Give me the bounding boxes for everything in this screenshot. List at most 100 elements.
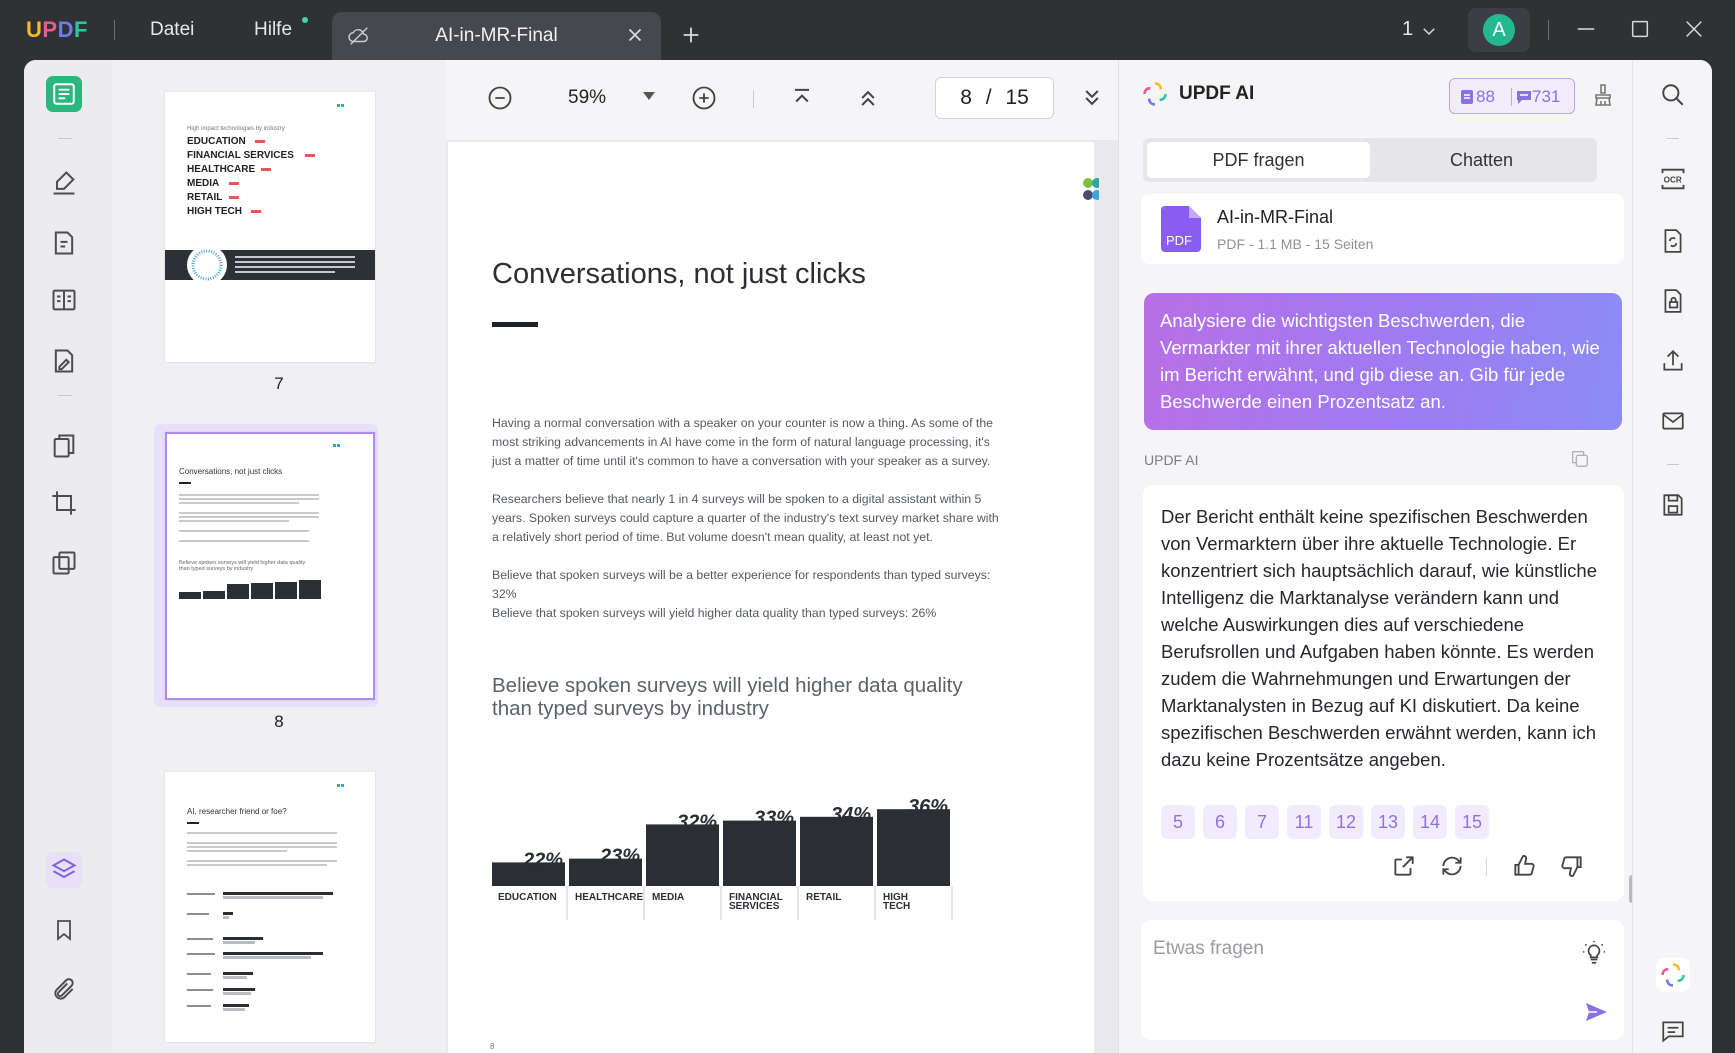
thumbnail-9-preview: AI, researcher friend or foe? xyxy=(187,784,344,1011)
thumbnail-panel: High impact technologies by industry EDU… xyxy=(112,60,446,1053)
regenerate-icon[interactable] xyxy=(1439,853,1465,879)
window-count[interactable]: 1 xyxy=(1402,18,1413,41)
pdf-page: Conversations, not just clicks Having a … xyxy=(448,142,1099,1053)
chart-bar xyxy=(723,820,796,886)
thumb7-heading: High impact technologies by industry xyxy=(187,126,285,132)
protect-button[interactable] xyxy=(1658,286,1688,316)
save-icon xyxy=(1663,494,1683,516)
page-reference-chip[interactable]: 13 xyxy=(1371,805,1405,839)
share-button[interactable] xyxy=(1658,346,1688,376)
thumbs-up-icon[interactable] xyxy=(1511,853,1537,879)
crop-button[interactable] xyxy=(46,485,82,521)
thumbnail-7-preview: High impact technologies by industry EDU… xyxy=(165,104,375,285)
thumbs-down-icon[interactable] xyxy=(1559,853,1585,879)
page-reference-chip[interactable]: 6 xyxy=(1203,805,1237,839)
form-tool-button[interactable] xyxy=(46,282,82,318)
page-title: Conversations, not just clicks xyxy=(492,258,866,290)
thumbnail-page-7[interactable]: High impact technologies by industry EDU… xyxy=(165,92,375,362)
zoom-level[interactable]: 59% xyxy=(568,87,606,109)
previous-page-icon[interactable] xyxy=(854,84,882,112)
attached-file-card[interactable]: PDF AI-in-MR-Final PDF - 1.1 MB - 15 Sei… xyxy=(1141,194,1624,264)
tab-pdf-fragen[interactable]: PDF fragen xyxy=(1147,142,1370,178)
rail-divider xyxy=(1667,464,1679,465)
attachment-button[interactable] xyxy=(46,972,82,1008)
tab-title: AI-in-MR-Final xyxy=(435,25,558,46)
comment-icon xyxy=(1662,1021,1684,1043)
page-reference-chip[interactable]: 14 xyxy=(1413,805,1447,839)
page-number-field[interactable]: 8 / 15 xyxy=(935,77,1054,119)
chart-title: Believe spoken surveys will yield higher… xyxy=(492,674,963,720)
chart-value-label: 22% xyxy=(522,849,563,871)
zoom-in-icon[interactable] xyxy=(690,84,718,112)
save-button[interactable] xyxy=(1658,490,1688,520)
thumbnail-page-8[interactable]: Conversations, not just clicks Believe s… xyxy=(165,432,375,700)
prompt-ideas-bulb-icon[interactable] xyxy=(1581,940,1607,966)
zoom-dropdown-caret[interactable] xyxy=(643,92,655,100)
action-divider xyxy=(1486,858,1487,876)
thumb7-row: MEDIA xyxy=(187,178,219,189)
edit-pdf-button[interactable] xyxy=(46,225,82,261)
next-page-icon[interactable] xyxy=(1078,84,1106,112)
paperclip-icon xyxy=(54,978,74,1000)
zoom-out-icon[interactable] xyxy=(486,84,514,112)
rail-divider xyxy=(58,395,72,396)
ai-assistant-button[interactable] xyxy=(1656,958,1690,992)
ai-header: UPDF AI 88 731 xyxy=(1119,60,1633,128)
tab-chatten[interactable]: Chatten xyxy=(1370,142,1593,178)
send-icon[interactable] xyxy=(1583,1000,1609,1024)
email-button[interactable] xyxy=(1658,406,1688,436)
comments-button[interactable] xyxy=(1658,1016,1688,1046)
minimize-icon[interactable] xyxy=(1575,18,1597,40)
close-window-icon[interactable] xyxy=(1683,18,1705,40)
thumb8-title: Conversations, not just clicks xyxy=(179,467,282,476)
search-button[interactable] xyxy=(1658,80,1688,110)
convert-button[interactable] xyxy=(1658,226,1688,256)
copy-icon[interactable] xyxy=(1569,448,1591,470)
ask-input[interactable] xyxy=(1153,932,1543,966)
page-reference-chip[interactable]: 11 xyxy=(1287,805,1321,839)
new-tab-plus-icon[interactable] xyxy=(680,24,702,46)
svg-text:OCR: OCR xyxy=(1664,176,1682,185)
layers-icon xyxy=(51,858,77,879)
account-button[interactable]: A xyxy=(1468,8,1530,52)
maximize-icon[interactable] xyxy=(1629,18,1651,40)
clear-chat-icon[interactable] xyxy=(1591,82,1615,108)
paragraph: Believe that spoken surveys will yield h… xyxy=(492,606,937,620)
copy-pages-icon xyxy=(52,551,76,575)
chart-value-label: 23% xyxy=(599,846,640,868)
updf-logo[interactable]: UPDF xyxy=(26,17,88,43)
page-reference-chip[interactable]: 15 xyxy=(1455,805,1489,839)
menu-hilfe[interactable]: Hilfe xyxy=(254,19,292,41)
fill-sign-button[interactable] xyxy=(46,343,82,379)
app-frame: High impact technologies by industry EDU… xyxy=(24,60,1712,1053)
reader-mode-button[interactable] xyxy=(46,76,82,112)
file-meta: PDF - 1.1 MB - 15 Seiten xyxy=(1217,236,1374,252)
thumb7-row: FINANCIAL SERVICES xyxy=(187,150,294,161)
ocr-icon: OCR xyxy=(1661,168,1685,190)
first-page-icon[interactable] xyxy=(788,84,816,112)
page-reference-chip[interactable]: 5 xyxy=(1161,805,1195,839)
comment-tool-button[interactable] xyxy=(46,165,82,201)
highlighter-icon xyxy=(53,171,75,195)
menu-datei[interactable]: Datei xyxy=(150,19,194,41)
chevron-down-icon[interactable] xyxy=(1420,22,1438,40)
page-reference-chip[interactable]: 12 xyxy=(1329,805,1363,839)
ai-quota-badge[interactable]: 88 731 xyxy=(1449,78,1575,114)
search-icon xyxy=(1662,84,1684,106)
ai-mode-toggle: PDF fragen Chatten xyxy=(1143,138,1597,182)
organize-pages-button[interactable] xyxy=(46,428,82,464)
bookmark-button[interactable] xyxy=(46,912,82,948)
chart-value-label: 34% xyxy=(831,804,871,826)
ocr-button[interactable]: OCR xyxy=(1658,164,1688,194)
close-tab-icon[interactable] xyxy=(624,24,646,46)
layers-button[interactable] xyxy=(46,852,82,888)
current-page: 8 xyxy=(960,86,972,109)
page-footer: 8 xyxy=(490,1042,495,1051)
batch-button[interactable] xyxy=(46,545,82,581)
document-tab[interactable]: AI-in-MR-Final xyxy=(332,12,661,60)
rail-divider xyxy=(1667,138,1679,139)
export-icon[interactable] xyxy=(1391,853,1417,879)
thumbnail-page-9[interactable]: AI, researcher friend or foe? xyxy=(165,772,375,1042)
ask-box xyxy=(1141,920,1624,1040)
page-reference-chip[interactable]: 7 xyxy=(1245,805,1279,839)
